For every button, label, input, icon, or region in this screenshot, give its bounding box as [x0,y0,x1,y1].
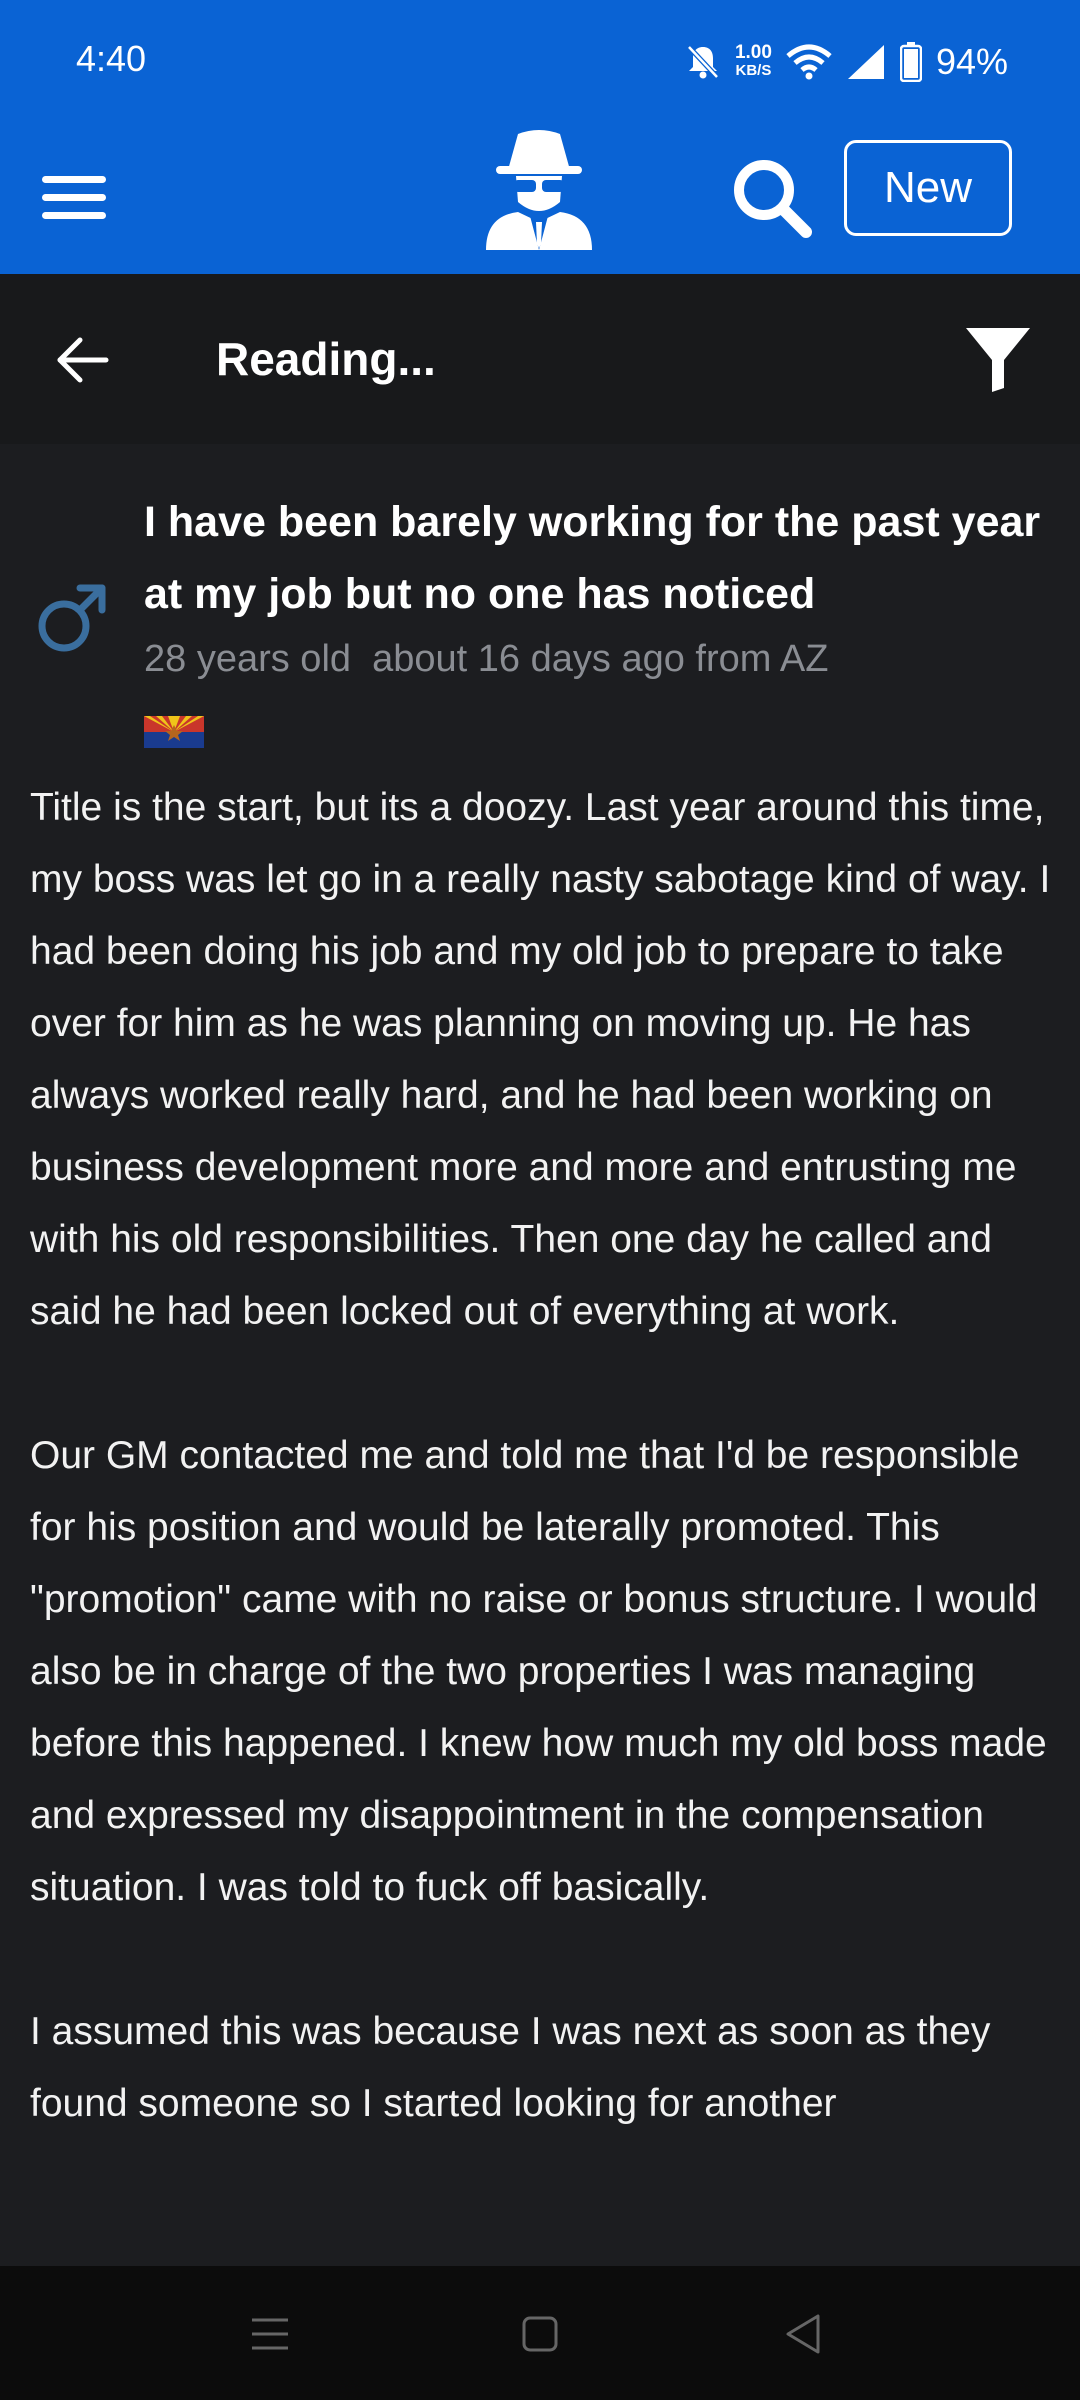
battery-percent: 94% [935,41,1008,82]
recents-icon[interactable] [244,2308,296,2360]
post-time-location: about 16 days ago from AZ [372,638,829,680]
post-meta: 28 years old about 16 days ago from AZ [144,638,828,681]
home-icon[interactable] [514,2308,566,2360]
post-paragraph: I assumed this was because I was next as… [30,2010,991,2125]
reading-toolbar: Reading... [0,274,1080,444]
arizona-flag-icon [144,716,204,748]
post-title[interactable]: I have been barely working for the past … [144,486,1044,630]
net-speed-unit: KB/S [735,62,772,79]
net-speed: 1.00 KB/S [734,42,772,80]
status-bar: 4:40 1.00 KB/S 94% [0,0,1080,124]
post-content[interactable]: I have been barely working for the past … [0,444,1080,2266]
post-paragraph: Title is the start, but its a doozy. Las… [30,786,1051,1333]
male-symbol-icon [38,584,106,652]
system-nav-bar [0,2266,1080,2400]
back-arrow-icon[interactable] [52,330,112,390]
mute-bell-icon [687,45,719,79]
menu-icon[interactable] [40,168,108,228]
post-paragraph: Our GM contacted me and told me that I'd… [30,1434,1047,1909]
signal-icon [847,45,884,79]
spy-logo-icon[interactable] [478,124,600,250]
wifi-icon [786,44,832,80]
post-body: Title is the start, but its a doozy. Las… [30,772,1060,2212]
status-icons: 1.00 KB/S 94% [685,38,1008,86]
filter-icon[interactable] [962,324,1034,396]
page-title: Reading... [216,333,436,385]
status-time: 4:40 [76,38,147,79]
app-header: New [0,124,1080,274]
battery-icon [899,42,922,82]
back-triangle-icon[interactable] [778,2308,830,2360]
new-post-button[interactable]: New [844,140,1012,236]
post-age: 28 years old [144,638,352,680]
search-icon[interactable] [728,154,814,240]
net-speed-value: 1.00 [734,42,772,63]
